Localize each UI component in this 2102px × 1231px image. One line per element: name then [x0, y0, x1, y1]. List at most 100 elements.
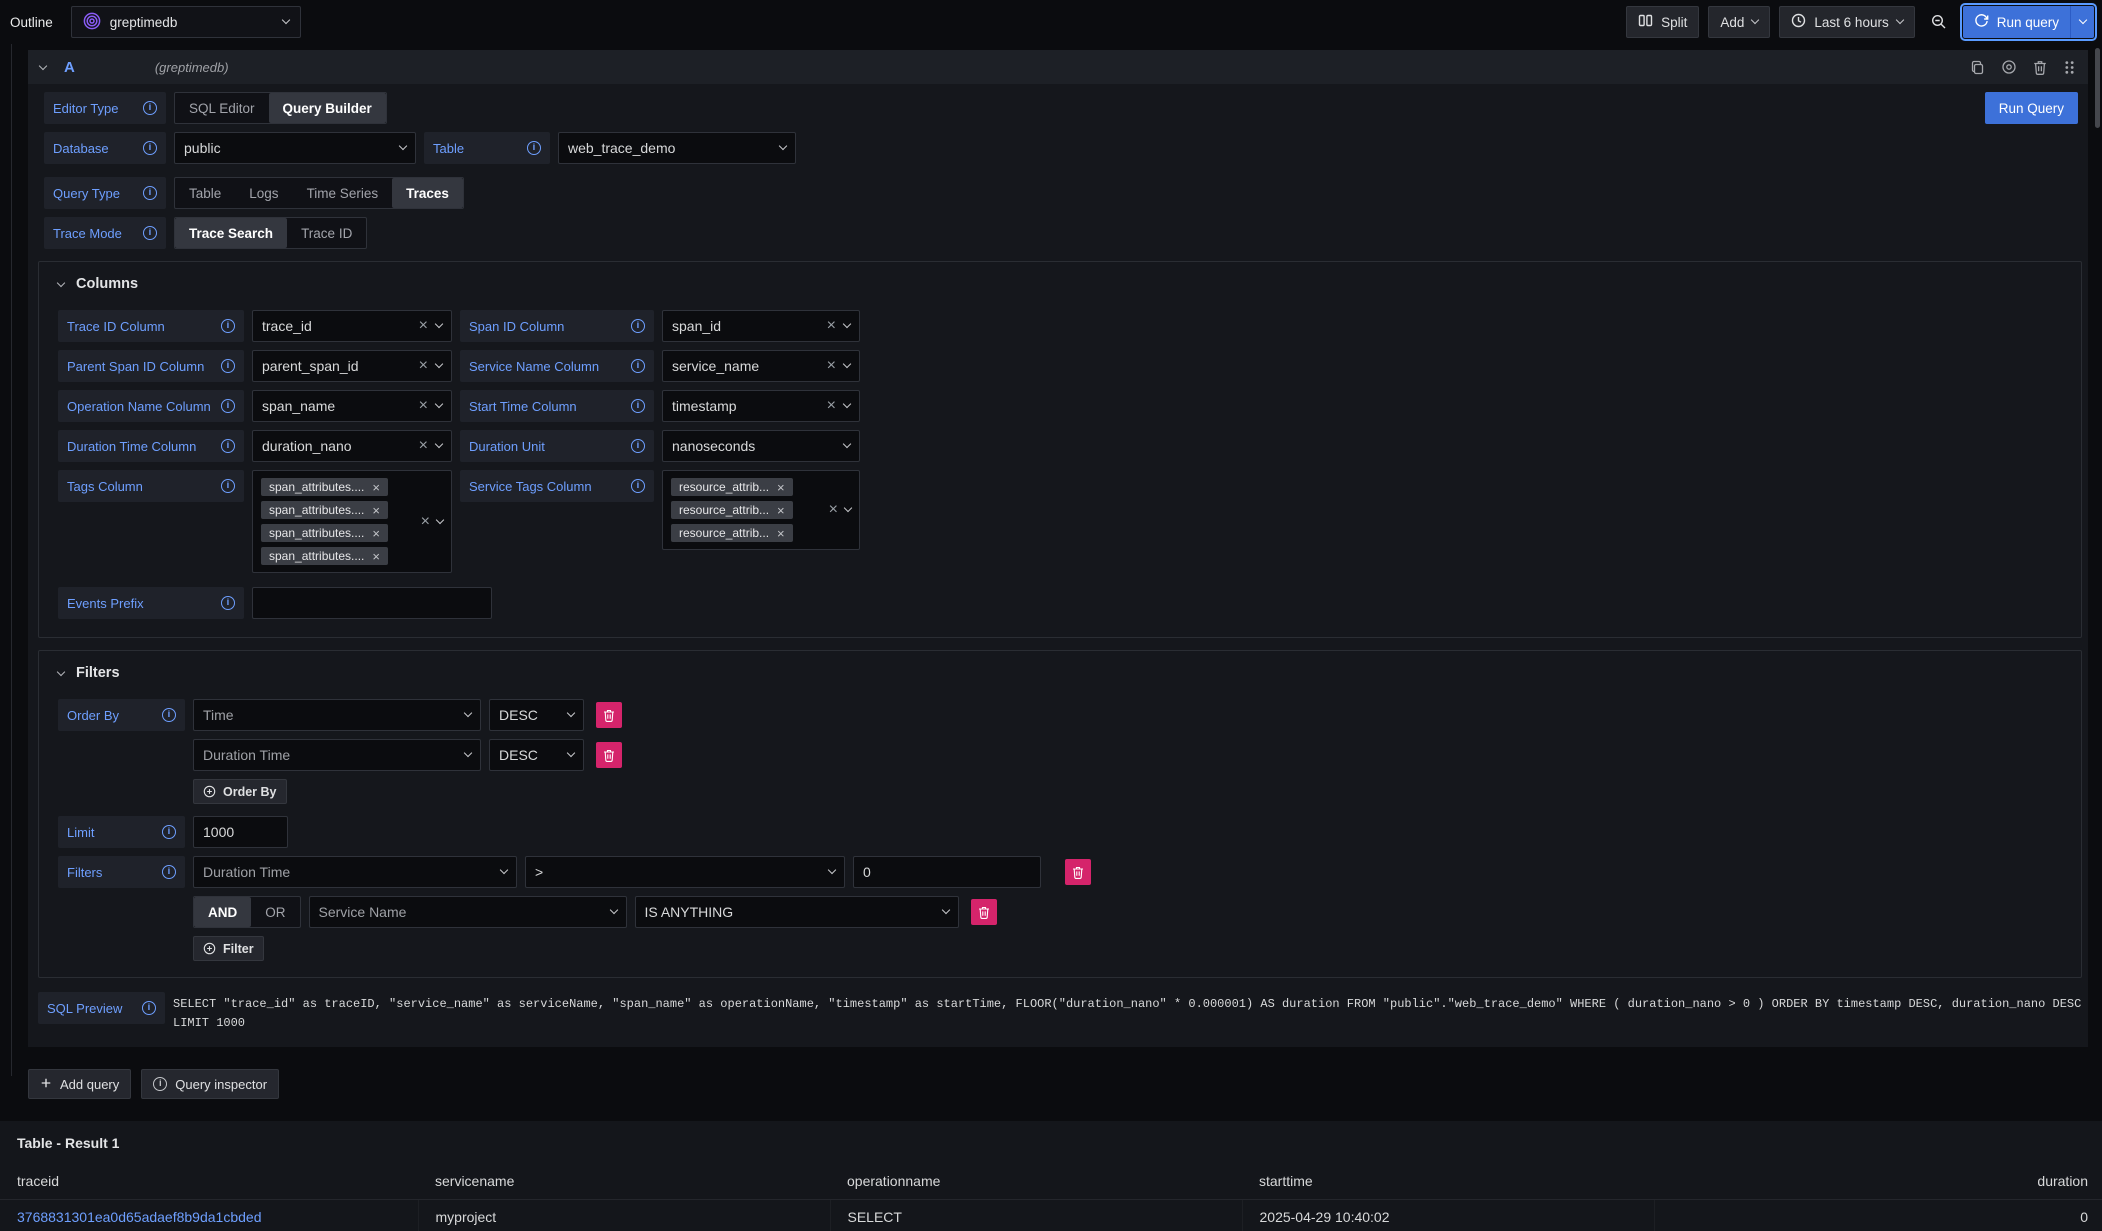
clear-icon[interactable]	[827, 358, 836, 374]
query-type-logs[interactable]: Logs	[235, 178, 292, 208]
info-icon[interactable]	[143, 226, 157, 240]
clear-icon[interactable]	[827, 398, 836, 414]
run-query-inline-button[interactable]: Run Query	[1985, 92, 2078, 124]
database-select[interactable]: public	[174, 132, 416, 164]
order-by-direction-select[interactable]: DESC	[489, 699, 584, 731]
remove-order-by-button[interactable]	[596, 742, 622, 768]
order-by-field-select[interactable]: Duration Time	[193, 739, 481, 771]
remove-tag-icon[interactable]	[372, 527, 380, 540]
span-id-column-select[interactable]: span_id	[662, 310, 860, 342]
filters-section-toggle[interactable]: Filters	[58, 665, 2063, 681]
info-icon[interactable]	[142, 1001, 156, 1015]
remove-order-by-button[interactable]	[596, 702, 622, 728]
clear-icon[interactable]	[419, 318, 428, 334]
column-header-operationname[interactable]: operationname	[830, 1165, 1242, 1200]
duplicate-query-icon[interactable]	[1970, 60, 1985, 75]
filter-field-select[interactable]: Duration Time	[193, 856, 517, 888]
column-header-duration[interactable]: duration	[1654, 1165, 2102, 1200]
filter-operator-select[interactable]: IS ANYTHING	[635, 896, 959, 928]
run-query-button[interactable]: Run query	[1963, 6, 2070, 38]
parent-span-id-column-select[interactable]: parent_span_id	[252, 350, 452, 382]
clear-all-icon[interactable]	[829, 502, 838, 518]
filter-field-select[interactable]: Service Name	[309, 896, 627, 928]
trace-mode-trace-id[interactable]: Trace ID	[287, 218, 366, 248]
trace-id-link[interactable]: 3768831301ea0d65adaef8b9da1cbded	[17, 1209, 261, 1225]
info-icon[interactable]	[527, 141, 541, 155]
toggle-visibility-icon[interactable]	[2001, 59, 2017, 75]
query-row-header[interactable]: A (greptimedb)	[28, 50, 2088, 84]
info-icon[interactable]	[162, 708, 176, 722]
remove-filter-button[interactable]	[971, 899, 997, 925]
operation-name-column-select[interactable]: span_name	[252, 390, 452, 422]
clear-icon[interactable]	[827, 318, 836, 334]
service-tags-column-multiselect[interactable]: resource_attrib... resource_attrib... re…	[662, 470, 860, 550]
info-icon[interactable]	[143, 101, 157, 115]
order-by-field-select[interactable]: Time	[193, 699, 481, 731]
add-query-button[interactable]: Add query	[28, 1069, 131, 1099]
scrollbar-thumb[interactable]	[2095, 48, 2100, 128]
info-icon[interactable]	[143, 186, 157, 200]
info-icon[interactable]	[631, 319, 645, 333]
run-query-caret[interactable]	[2070, 6, 2094, 38]
column-header-starttime[interactable]: starttime	[1242, 1165, 1654, 1200]
remove-tag-icon[interactable]	[777, 527, 785, 540]
zoom-out-icon[interactable]	[1924, 6, 1954, 38]
column-header-servicename[interactable]: servicename	[418, 1165, 830, 1200]
datasource-picker[interactable]: greptimedb	[71, 6, 301, 38]
query-type-table[interactable]: Table	[175, 178, 235, 208]
info-icon[interactable]	[221, 359, 235, 373]
remove-tag-icon[interactable]	[372, 504, 380, 517]
info-icon[interactable]	[221, 596, 235, 610]
info-icon[interactable]	[221, 479, 235, 493]
editor-type-query-builder[interactable]: Query Builder	[269, 93, 386, 123]
tags-column-multiselect[interactable]: span_attributes.... span_attributes.... …	[252, 470, 452, 573]
info-icon[interactable]	[162, 865, 176, 879]
add-filter-button[interactable]: Filter	[193, 936, 264, 961]
trace-id-column-select[interactable]: trace_id	[252, 310, 452, 342]
start-time-column-select[interactable]: timestamp	[662, 390, 860, 422]
remove-tag-icon[interactable]	[777, 504, 785, 517]
events-prefix-input[interactable]	[252, 587, 492, 619]
clear-all-icon[interactable]	[421, 514, 430, 530]
filter-value-input[interactable]: 0	[853, 856, 1041, 888]
filter-and-option[interactable]: AND	[194, 897, 251, 927]
delete-query-icon[interactable]	[2033, 60, 2047, 75]
drag-handle-icon[interactable]	[2063, 60, 2076, 75]
editor-type-sql-editor[interactable]: SQL Editor	[175, 93, 269, 123]
columns-section-toggle[interactable]: Columns	[58, 276, 2063, 292]
info-icon[interactable]	[143, 141, 157, 155]
filter-operator-select[interactable]: >	[525, 856, 845, 888]
info-icon[interactable]	[221, 399, 235, 413]
add-button[interactable]: Add	[1708, 6, 1770, 38]
trace-mode-trace-search[interactable]: Trace Search	[175, 218, 287, 248]
query-type-time-series[interactable]: Time Series	[293, 178, 393, 208]
info-icon[interactable]	[631, 479, 645, 493]
info-icon[interactable]	[631, 439, 645, 453]
table-select[interactable]: web_trace_demo	[558, 132, 796, 164]
time-range-picker[interactable]: Last 6 hours	[1779, 6, 1914, 38]
info-icon[interactable]	[221, 319, 235, 333]
info-icon[interactable]	[631, 399, 645, 413]
duration-time-column-select[interactable]: duration_nano	[252, 430, 452, 462]
info-icon[interactable]	[631, 359, 645, 373]
remove-tag-icon[interactable]	[372, 481, 380, 494]
clear-icon[interactable]	[419, 398, 428, 414]
column-header-traceid[interactable]: traceid	[0, 1165, 418, 1200]
info-icon[interactable]	[221, 439, 235, 453]
clear-icon[interactable]	[419, 438, 428, 454]
limit-input[interactable]: 1000	[193, 816, 288, 848]
service-name-column-select[interactable]: service_name	[662, 350, 860, 382]
remove-filter-button[interactable]	[1065, 859, 1091, 885]
remove-tag-icon[interactable]	[372, 550, 380, 563]
add-order-by-button[interactable]: Order By	[193, 779, 287, 804]
split-button[interactable]: Split	[1626, 6, 1699, 38]
collapse-query-icon[interactable]	[39, 61, 47, 69]
outline-toggle[interactable]: Outline	[6, 9, 57, 36]
order-by-direction-select[interactable]: DESC	[489, 739, 584, 771]
remove-tag-icon[interactable]	[777, 481, 785, 494]
query-inspector-button[interactable]: Query inspector	[141, 1069, 279, 1099]
duration-unit-select[interactable]: nanoseconds	[662, 430, 860, 462]
info-icon[interactable]	[162, 825, 176, 839]
filter-or-option[interactable]: OR	[251, 897, 299, 927]
clear-icon[interactable]	[419, 358, 428, 374]
